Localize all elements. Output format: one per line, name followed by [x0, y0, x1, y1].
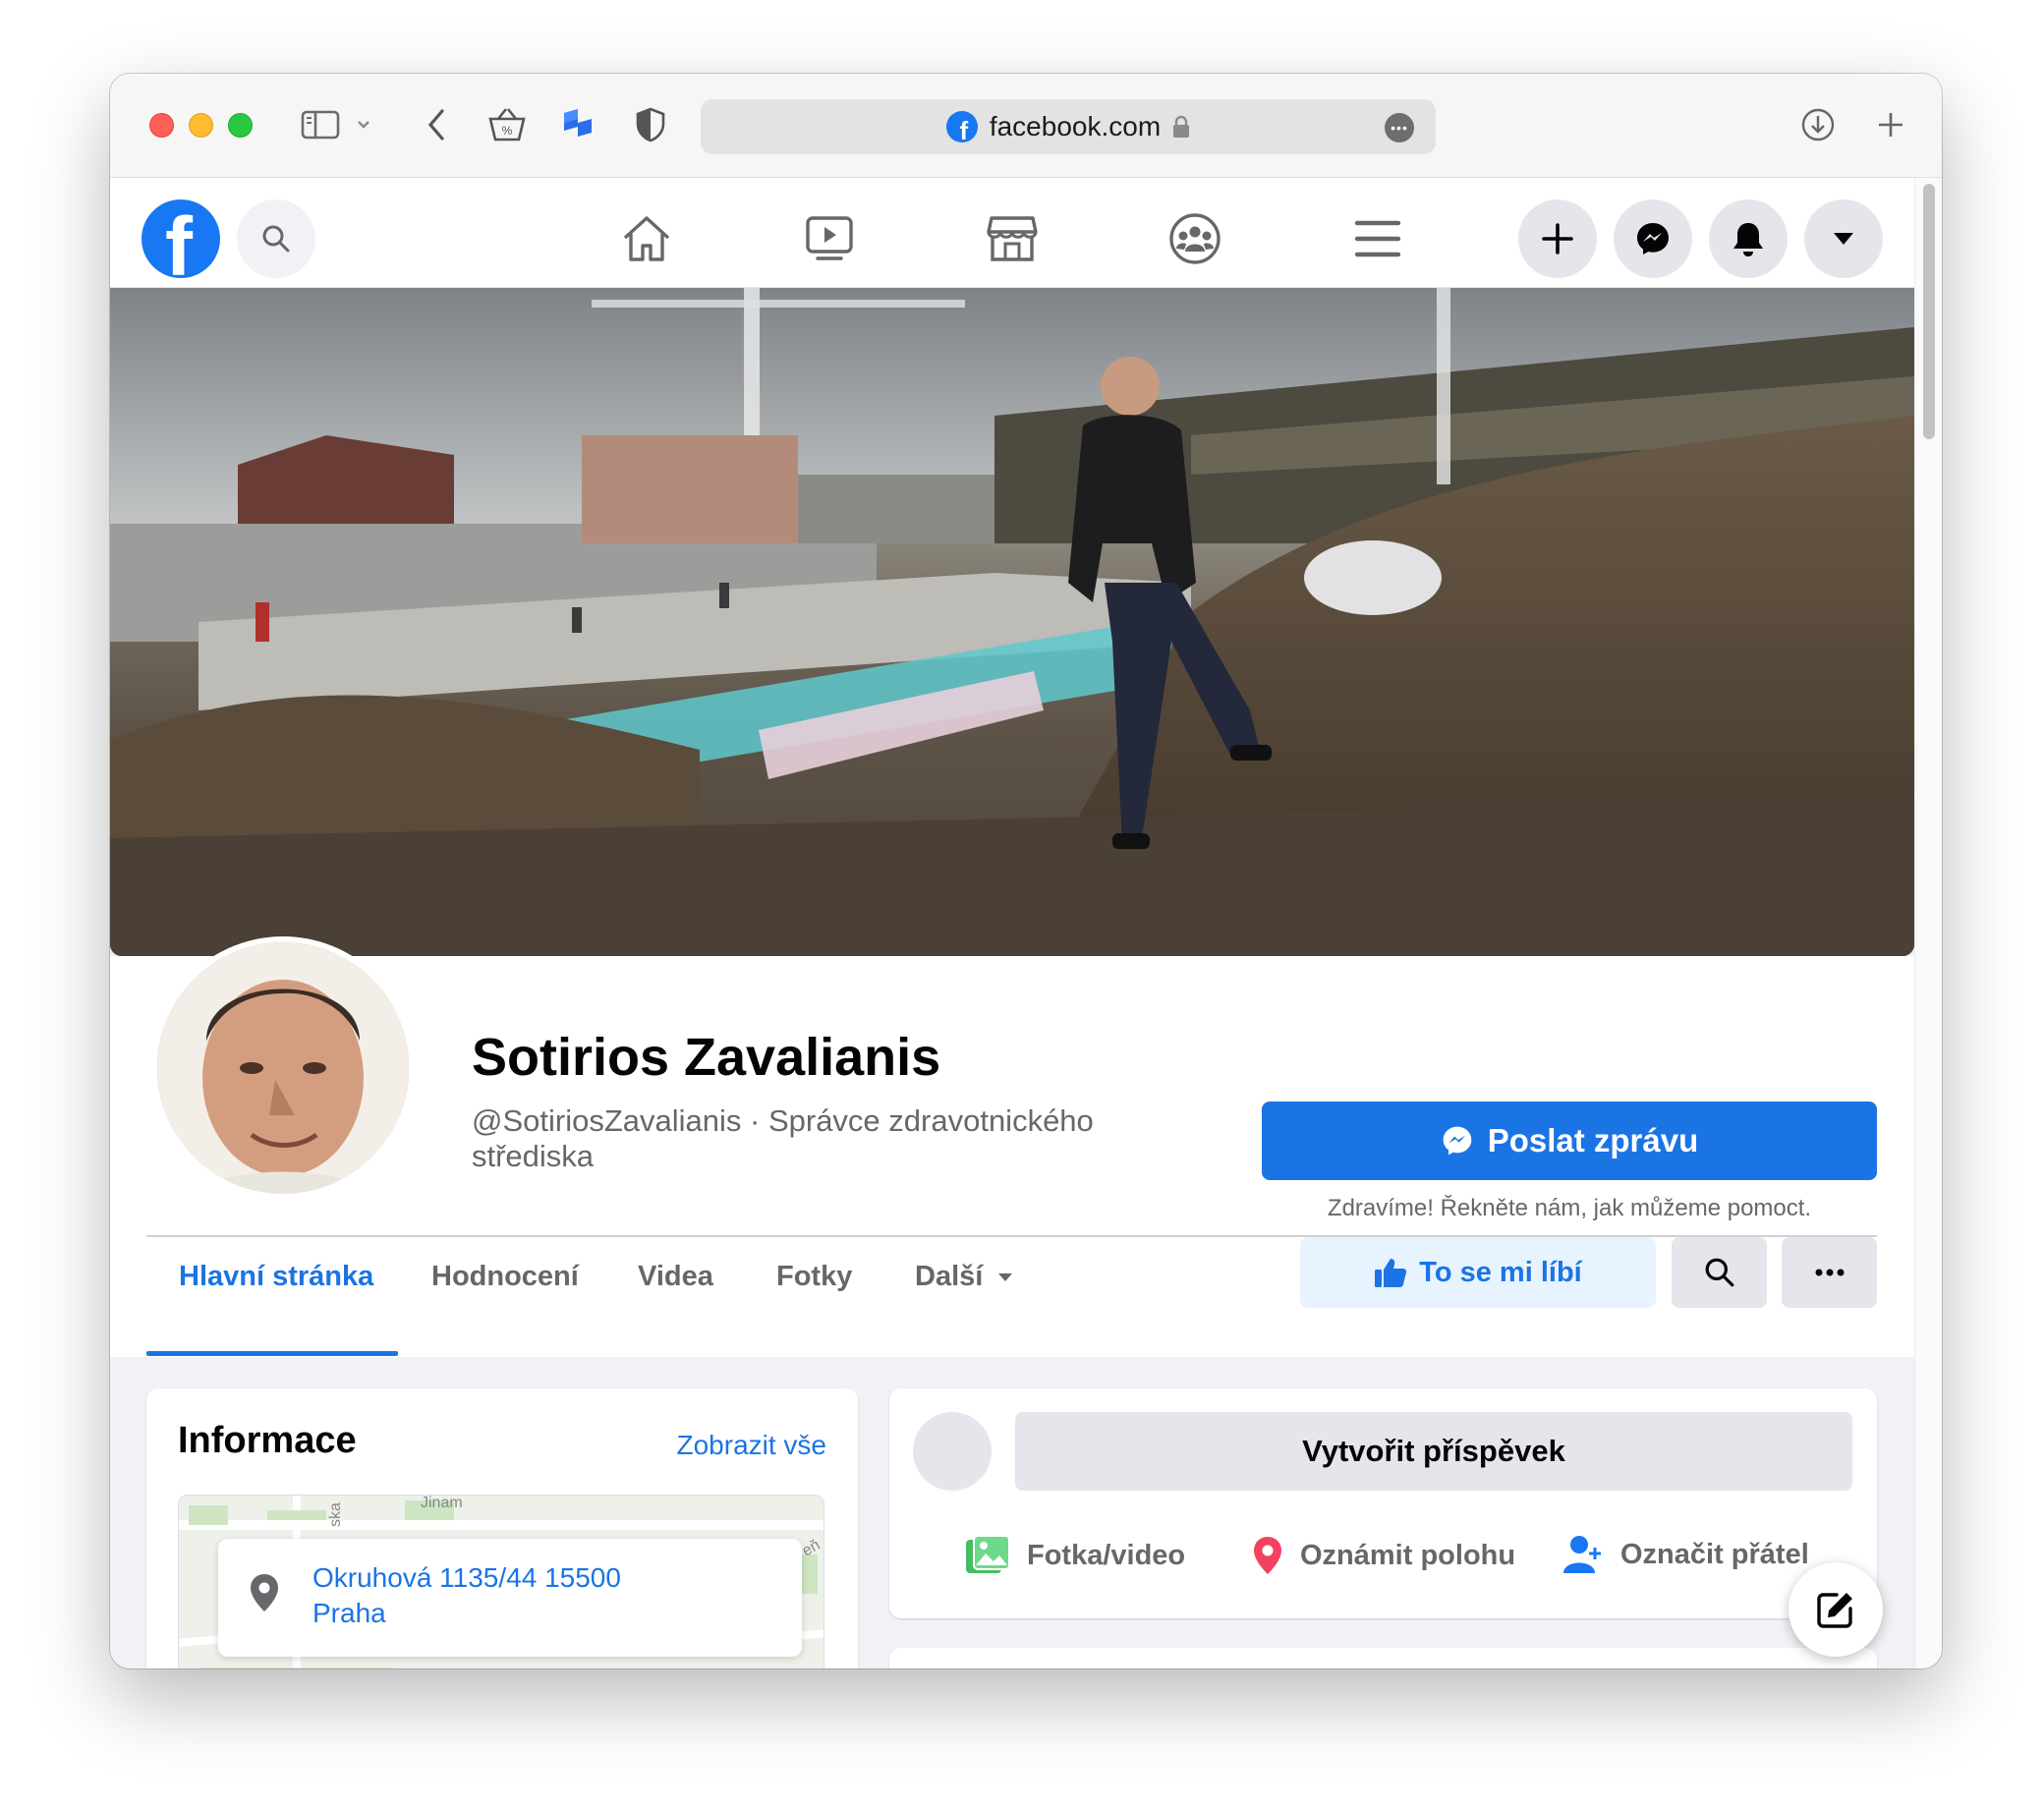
info-title: Informace: [178, 1420, 357, 1461]
check-in-button[interactable]: Oznámit polohu: [1251, 1534, 1515, 1577]
compose-icon: [1817, 1593, 1852, 1628]
search-icon[interactable]: [237, 199, 315, 278]
tab-more-label: Další: [915, 1261, 984, 1292]
address-card[interactable]: Okruhová 1135/44 15500 Praha: [218, 1539, 802, 1657]
lock-icon: [1173, 115, 1190, 138]
tab-home[interactable]: Hlavní stránka: [179, 1261, 373, 1293]
caret-down-icon: [998, 1272, 1013, 1281]
home-icon[interactable]: [615, 207, 678, 270]
tab-more[interactable]: Další: [915, 1261, 1014, 1293]
show-all-link[interactable]: Zobrazit vše: [677, 1430, 827, 1461]
profile-avatar-image: [157, 942, 409, 1194]
photo-video-button[interactable]: Fotka/video: [964, 1534, 1185, 1577]
profile-name: Sotirios Zavalianis: [472, 1028, 941, 1087]
groups-icon[interactable]: [1164, 207, 1226, 270]
minimize-window-button[interactable]: [189, 113, 213, 138]
marketplace-icon[interactable]: [981, 207, 1044, 270]
new-message-button[interactable]: [1788, 1562, 1883, 1657]
photo-video-label: Fotka/video: [1027, 1539, 1186, 1571]
location-pin-icon: [251, 1574, 278, 1611]
more-icon: [1815, 1269, 1844, 1276]
zoom-window-button[interactable]: [228, 113, 253, 138]
notifications-icon[interactable]: [1709, 199, 1788, 278]
post-composer-card: Vytvořit příspěvek Fotka/video Oznámit p…: [889, 1388, 1877, 1618]
profile-avatar[interactable]: [151, 936, 415, 1200]
tab-photos[interactable]: Fotky: [776, 1261, 852, 1293]
location-pin-icon: [1254, 1537, 1281, 1574]
sidebar-icon[interactable]: [297, 101, 344, 148]
cover-photo[interactable]: [110, 288, 1914, 956]
like-page-label: To se mi líbí: [1419, 1256, 1582, 1288]
page-more-button[interactable]: [1782, 1237, 1877, 1308]
messenger-icon: [1443, 1126, 1472, 1156]
watch-icon[interactable]: [798, 207, 861, 270]
facebook-favicon-icon: f: [945, 111, 978, 142]
map-label: Jinam: [421, 1496, 463, 1511]
more-icon[interactable]: •••: [1385, 113, 1414, 142]
like-page-button[interactable]: To se mi líbí: [1300, 1237, 1656, 1308]
address-line-1[interactable]: Okruhová 1135/44 15500: [312, 1562, 621, 1594]
tag-friends-label: Označit přátel: [1620, 1538, 1809, 1570]
profile-handle-line-1: @SotiriosZavalianis · Správce zdravotnic…: [472, 1103, 1094, 1138]
profile-header: Sotirios Zavalianis @SotiriosZavalianis …: [110, 936, 1914, 1357]
search-icon: [1705, 1258, 1733, 1287]
tag-friends-icon: [1563, 1536, 1601, 1573]
address-bar[interactable]: f facebook.com •••: [701, 99, 1436, 154]
extension-icon[interactable]: [554, 101, 601, 148]
info-card: Informace Zobrazit vše Jinam ska eň Okru…: [146, 1388, 858, 1668]
browser-window: % f facebook.com ••• f Sotirios Zavalian…: [110, 74, 1942, 1668]
new-tab-icon[interactable]: [1867, 101, 1914, 148]
back-icon[interactable]: [413, 101, 460, 148]
tab-videos[interactable]: Videa: [638, 1261, 713, 1293]
svg-text:%: %: [502, 124, 513, 138]
create-icon[interactable]: [1518, 199, 1597, 278]
shield-icon[interactable]: [627, 101, 674, 148]
url-text: facebook.com: [989, 111, 1162, 141]
basket-icon[interactable]: %: [483, 101, 531, 148]
active-tab-indicator: [146, 1351, 398, 1356]
send-message-label: Poslat zprávu: [1487, 1122, 1699, 1158]
close-window-button[interactable]: [149, 113, 174, 138]
facebook-logo-icon[interactable]: f: [142, 199, 220, 278]
facebook-navbar: f: [110, 178, 1914, 288]
check-in-label: Oznámit polohu: [1300, 1539, 1516, 1571]
profile-handle-line-2: střediska: [472, 1139, 595, 1173]
page-search-button[interactable]: [1672, 1237, 1767, 1308]
page-scrollbar[interactable]: [1914, 178, 1942, 1668]
next-post-card: [889, 1648, 1877, 1668]
chevron-down-icon[interactable]: [350, 101, 377, 148]
tab-reviews[interactable]: Hodnocení: [431, 1261, 579, 1293]
photo-icon: [966, 1535, 1010, 1573]
send-message-subtext: Zdravíme! Řekněte nám, jak můžeme pomoct…: [1327, 1195, 1812, 1221]
menu-icon[interactable]: [1346, 207, 1409, 270]
thumbs-up-icon: [1375, 1259, 1407, 1287]
map-label: ska: [327, 1502, 344, 1527]
address-line-2[interactable]: Praha: [312, 1598, 386, 1629]
scrollbar-thumb[interactable]: [1923, 184, 1935, 439]
messenger-icon[interactable]: [1614, 199, 1692, 278]
browser-toolbar: % f facebook.com •••: [110, 74, 1942, 178]
cover-photo-image: [110, 288, 1914, 956]
send-message-button[interactable]: Poslat zprávu: [1262, 1102, 1877, 1180]
account-menu-icon[interactable]: [1804, 199, 1883, 278]
download-icon[interactable]: [1794, 101, 1842, 148]
profile-handle: @SotiriosZavalianis · Správce zdravotnic…: [472, 1103, 1160, 1174]
location-map[interactable]: Jinam ska eň Okruhová 1135/44 15500 Prah…: [178, 1495, 824, 1668]
create-post-button[interactable]: Vytvořit příspěvek: [1015, 1412, 1852, 1491]
composer-avatar: [913, 1412, 992, 1491]
